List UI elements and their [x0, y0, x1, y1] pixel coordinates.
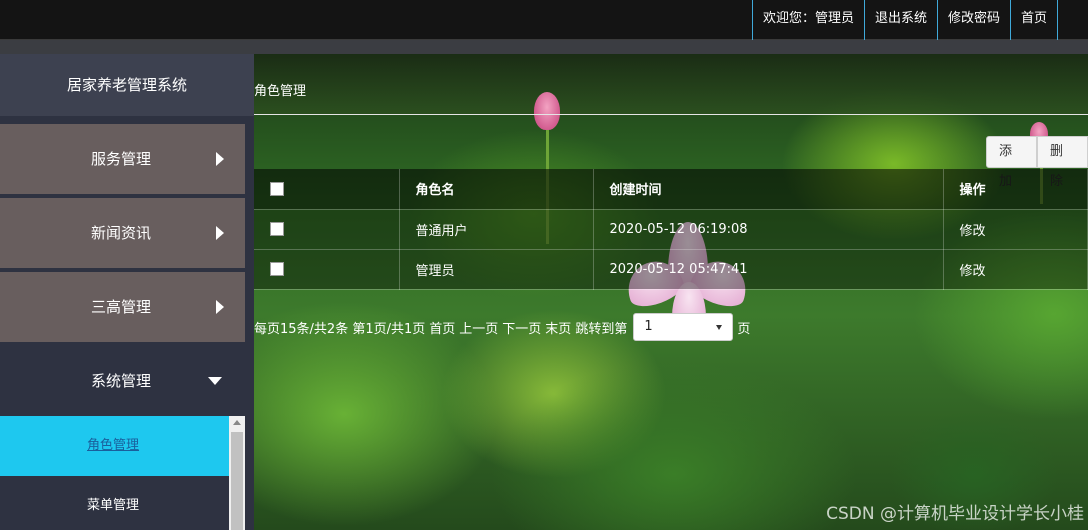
add-button[interactable]: 添加 — [986, 136, 1037, 189]
chevron-right-icon — [216, 300, 224, 314]
sidebar-item-health[interactable]: 三高管理 — [0, 272, 245, 342]
scroll-up-icon[interactable] — [233, 420, 241, 425]
lotus-bud — [534, 92, 560, 130]
submenu-system: 角色管理 菜单管理 — [0, 416, 245, 530]
role-name-cell: 普通用户 — [399, 209, 594, 250]
welcome-text: 欢迎您：管理员 — [751, 0, 864, 40]
delete-button[interactable]: 删除 — [1037, 136, 1088, 189]
jump-suffix-label: 页 — [737, 321, 751, 337]
edit-link[interactable]: 修改 — [943, 249, 1088, 290]
sidebar-item-news[interactable]: 新闻资讯 — [0, 198, 245, 268]
created-time-cell: 2020-05-12 06:19:08 — [593, 209, 944, 250]
sidebar-item-label: 系统管理 — [91, 372, 152, 390]
row-select-cell — [254, 209, 400, 250]
title-divider — [254, 114, 1088, 115]
change-password-link[interactable]: 修改密码 — [936, 0, 1010, 40]
top-bar-strip — [0, 40, 1088, 54]
pagination: 每页15条/共2条 第1页/共1页 首页 上一页 下一页 末页 跳转到第 1 页 — [254, 312, 754, 342]
row-checkbox[interactable] — [270, 222, 284, 236]
chevron-right-icon — [216, 152, 224, 166]
edit-link[interactable]: 修改 — [943, 209, 1088, 250]
app-title: 居家养老管理系统 — [0, 54, 254, 116]
background-photo-top — [254, 54, 1088, 114]
main-content: 角色管理 添加 删除 角色名 创建时间 操作 普通用户 2020-05-12 0… — [254, 54, 1088, 530]
top-nav: 欢迎您：管理员 退出系统 修改密码 首页 — [751, 0, 1058, 40]
page-jump-select[interactable]: 1 — [633, 313, 734, 341]
row-select-cell — [254, 249, 400, 290]
chevron-down-icon — [208, 377, 222, 385]
submenu-item-menus[interactable]: 菜单管理 — [0, 476, 229, 530]
table-row: 管理员 2020-05-12 05:47:41 修改 — [254, 249, 1088, 290]
first-page-link[interactable]: 首页 — [429, 318, 455, 337]
role-name-cell: 管理员 — [399, 249, 594, 290]
top-bar: 欢迎您：管理员 退出系统 修改密码 首页 — [0, 0, 1088, 40]
pagination-summary: 每页15条/共2条 第1页/共1页 — [254, 321, 426, 337]
prev-page-link[interactable]: 上一页 — [459, 318, 498, 337]
action-buttons: 添加 删除 — [986, 136, 1088, 189]
next-page-link[interactable]: 下一页 — [502, 318, 541, 337]
sidebar-item-system[interactable]: 系统管理 — [0, 346, 245, 416]
column-header-actions: 操作 — [943, 169, 1088, 210]
sidebar-item-service[interactable]: 服务管理 — [0, 124, 245, 194]
watermark-text: CSDN @计算机毕业设计学长小桂 — [826, 504, 1084, 524]
select-all-cell — [254, 169, 400, 210]
sidebar: 居家养老管理系统 服务管理 新闻资讯 三高管理 系统管理 角色管理 菜单管理 — [0, 54, 254, 530]
column-header-created: 创建时间 — [593, 169, 944, 210]
sidebar-item-label: 服务管理 — [91, 150, 152, 168]
submenu-scrollbar[interactable] — [229, 416, 245, 530]
chevron-right-icon — [216, 226, 224, 240]
logout-link[interactable]: 退出系统 — [863, 0, 937, 40]
row-checkbox[interactable] — [270, 262, 284, 276]
roles-table: 角色名 创建时间 操作 普通用户 2020-05-12 06:19:08 修改 … — [254, 169, 1088, 290]
sidebar-item-label: 三高管理 — [91, 298, 152, 316]
page-jump-value: 1 — [644, 319, 653, 334]
sidebar-item-label: 新闻资讯 — [91, 224, 152, 242]
last-page-link[interactable]: 末页 — [545, 318, 571, 337]
select-all-checkbox[interactable] — [270, 181, 284, 196]
scrollbar-thumb[interactable] — [231, 432, 243, 530]
submenu-item-roles[interactable]: 角色管理 — [0, 416, 229, 476]
created-time-cell: 2020-05-12 05:47:41 — [593, 249, 944, 290]
table-row: 普通用户 2020-05-12 06:19:08 修改 — [254, 209, 1088, 250]
home-link[interactable]: 首页 — [1009, 0, 1058, 40]
page-title: 角色管理 — [254, 84, 307, 99]
jump-prefix-label: 跳转到第 — [575, 321, 628, 337]
table-header-row: 角色名 创建时间 操作 — [254, 169, 1088, 210]
dropdown-caret-icon — [716, 325, 723, 330]
column-header-role-name: 角色名 — [399, 169, 594, 210]
